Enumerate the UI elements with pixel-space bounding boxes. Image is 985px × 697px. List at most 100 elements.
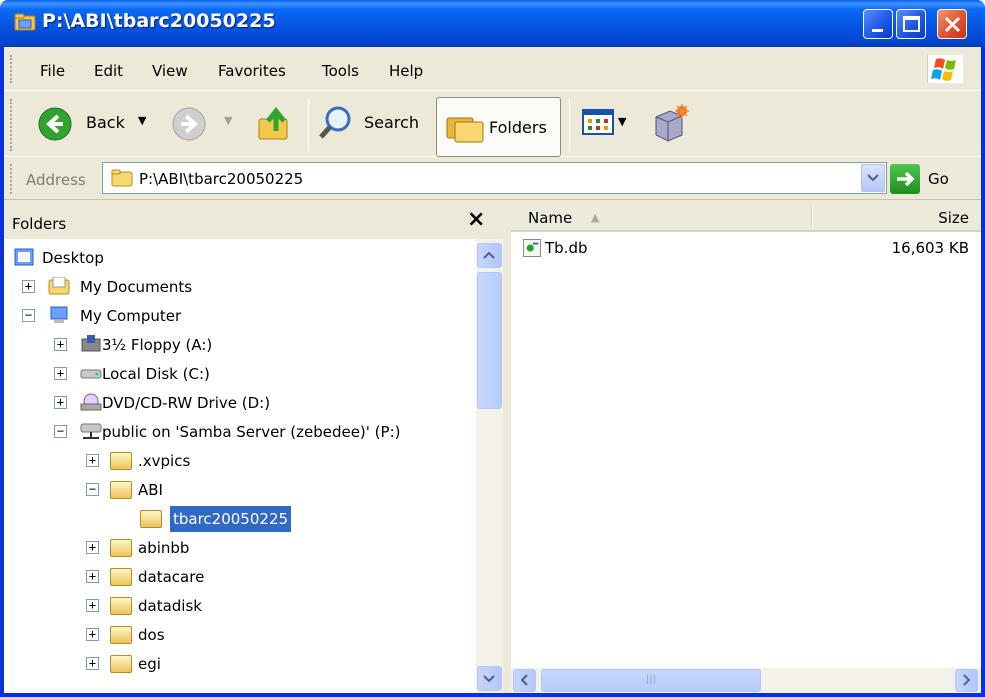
folder-icon	[110, 655, 132, 673]
expand-icon[interactable]: +	[54, 396, 67, 409]
folder-icon	[110, 626, 132, 644]
sort-ascending-icon: ▲	[591, 211, 600, 224]
file-list-pane: Name ▲ Size Tb.db 16,603 KB |||	[511, 201, 981, 693]
folder-icon	[110, 597, 132, 615]
maximize-button[interactable]	[896, 9, 926, 39]
hard-disk-icon	[80, 369, 102, 379]
scroll-up-button[interactable]	[477, 243, 502, 268]
back-button[interactable]: Back ▼	[38, 105, 158, 143]
close-icon	[944, 16, 961, 33]
minimize-button[interactable]	[863, 9, 893, 39]
expand-icon[interactable]: +	[22, 280, 35, 293]
chevron-right-icon	[963, 674, 971, 686]
address-value: P:\ABI\tbarc20050225	[139, 170, 304, 188]
tree-item-label: egi	[138, 655, 161, 673]
folders-vertical-scrollbar[interactable]	[476, 239, 503, 693]
search-button[interactable]: Search	[318, 103, 428, 145]
scroll-right-button[interactable]	[955, 669, 978, 692]
database-file-icon	[523, 239, 541, 257]
explorer-window: P:\ABI\tbarc20050225 File Edit View Favo…	[0, 0, 985, 697]
address-dropdown-button[interactable]	[861, 164, 885, 192]
file-list-horizontal-scrollbar[interactable]: |||	[511, 668, 981, 693]
folders-button[interactable]: Folders	[436, 97, 561, 157]
expand-icon[interactable]: +	[86, 570, 99, 583]
up-folder-icon[interactable]	[256, 105, 292, 143]
scroll-thumb[interactable]: |||	[541, 669, 761, 692]
collapse-icon[interactable]: −	[54, 425, 67, 438]
addressbar-grip[interactable]	[10, 164, 13, 194]
collapse-icon[interactable]: −	[86, 483, 99, 496]
sync-icon[interactable]	[650, 103, 690, 143]
folders-pane-title: Folders	[12, 215, 67, 233]
toolbar-separator	[569, 99, 570, 151]
desktop-icon	[14, 248, 34, 266]
folders-pane: Folders × Desktop + My Documents − My Co…	[4, 201, 507, 693]
menu-tools[interactable]: Tools	[322, 62, 359, 80]
close-window-button[interactable]	[937, 9, 967, 39]
back-arrow-icon	[38, 107, 72, 141]
column-header-size[interactable]: Size	[938, 209, 969, 227]
search-magnifier-icon	[319, 106, 351, 139]
expand-icon[interactable]: +	[86, 599, 99, 612]
menu-file[interactable]: File	[40, 62, 65, 80]
folders-icon	[446, 117, 484, 143]
my-documents-icon	[48, 277, 70, 295]
explorer-folder-icon	[14, 13, 36, 31]
tree-item-label: abinbb	[138, 539, 190, 557]
tree-item-label: My Computer	[80, 307, 182, 325]
expand-icon[interactable]: +	[86, 541, 99, 554]
folder-icon	[110, 452, 132, 470]
expand-icon[interactable]: +	[54, 367, 67, 380]
expand-icon[interactable]: +	[86, 454, 99, 467]
chevron-down-icon	[483, 675, 495, 683]
close-pane-button[interactable]: ×	[467, 207, 485, 232]
expand-icon[interactable]: +	[86, 657, 99, 670]
standard-toolbar: Back ▼ ▼ Search Folders ▼	[4, 93, 981, 157]
folder-icon	[110, 568, 132, 586]
tree-item-label: Desktop	[42, 249, 104, 267]
menu-edit[interactable]: Edit	[94, 62, 123, 80]
scroll-left-button[interactable]	[513, 669, 536, 692]
folder-icon	[110, 539, 132, 557]
dvd-drive-icon	[80, 393, 102, 411]
views-button[interactable]: ▼	[582, 107, 636, 141]
back-label: Back	[86, 113, 125, 132]
file-list-header: Name ▲ Size	[511, 201, 981, 232]
toolbar-separator	[308, 99, 309, 151]
column-header-name[interactable]: Name	[528, 209, 572, 227]
tree-item-label: datadisk	[138, 597, 202, 615]
column-divider[interactable]	[811, 205, 813, 229]
address-input[interactable]: P:\ABI\tbarc20050225	[102, 162, 887, 194]
tree-item-label: ABI	[138, 481, 163, 499]
windows-logo-icon	[927, 55, 963, 83]
go-button[interactable]: Go	[928, 170, 949, 188]
collapse-icon[interactable]: −	[22, 309, 35, 322]
expand-icon[interactable]: +	[54, 338, 67, 351]
chevron-up-icon	[483, 251, 495, 259]
file-row[interactable]: Tb.db 16,603 KB	[511, 235, 981, 261]
title-bar[interactable]: P:\ABI\tbarc20050225	[0, 0, 985, 47]
tree-item-label: public on 'Samba Server (zebedee)' (P:)	[102, 423, 401, 441]
maximize-icon	[903, 16, 920, 32]
tree-item-label: dos	[138, 626, 165, 644]
back-dropdown-icon[interactable]: ▼	[138, 114, 146, 127]
scroll-down-button[interactable]	[477, 666, 502, 691]
my-computer-icon	[50, 306, 68, 323]
go-arrow-icon[interactable]	[890, 164, 920, 194]
folder-tree: Desktop + My Documents − My Computer + 3…	[4, 239, 474, 693]
folder-icon	[111, 169, 133, 187]
menu-view[interactable]: View	[152, 62, 188, 80]
menubar-grip[interactable]	[10, 55, 13, 83]
address-bar: Address P:\ABI\tbarc20050225 Go	[4, 158, 981, 200]
views-dropdown-icon[interactable]: ▼	[618, 115, 626, 128]
forward-button[interactable]: ▼	[172, 105, 236, 143]
expand-icon[interactable]: +	[86, 628, 99, 641]
tree-item-label: tbarc20050225	[170, 506, 292, 532]
toolbar-grip[interactable]	[10, 99, 13, 151]
scroll-thumb[interactable]	[477, 272, 502, 409]
client-area: File Edit View Favorites Tools Help Back…	[4, 47, 981, 693]
tree-item-label: .xvpics	[138, 452, 191, 470]
menu-favorites[interactable]: Favorites	[218, 62, 286, 80]
menu-help[interactable]: Help	[389, 62, 423, 80]
forward-dropdown-icon[interactable]: ▼	[224, 114, 232, 127]
